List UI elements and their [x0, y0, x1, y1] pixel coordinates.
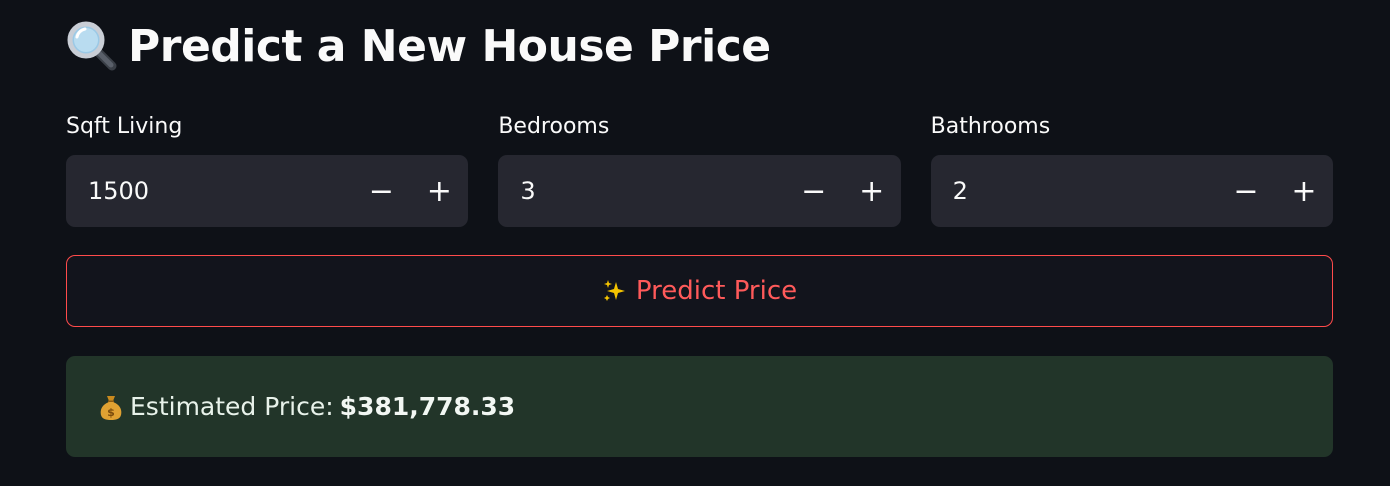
predict-price-label: Predict Price [635, 276, 798, 306]
money-bag-icon: $ [98, 393, 124, 421]
bathrooms-stepper: − + [1217, 155, 1333, 227]
sqft-living-number-input: 1500 − + [66, 155, 469, 227]
svg-text:$: $ [107, 406, 115, 419]
predict-price-button[interactable]: Predict Price [66, 255, 1333, 327]
bedrooms-increment-button[interactable]: + [843, 155, 901, 227]
bathrooms-field: Bathrooms 2 − + [930, 112, 1333, 227]
sqft-living-increment-button[interactable]: + [410, 155, 468, 227]
estimated-price-message: $ Estimated Price: $381,778.33 [66, 392, 515, 421]
page-title: Predict a New House Price [128, 20, 771, 72]
bathrooms-label: Bathrooms [930, 114, 1051, 139]
bathrooms-increment-button[interactable]: + [1275, 155, 1333, 227]
sqft-living-decrement-button[interactable]: − [352, 155, 410, 227]
bedrooms-decrement-button[interactable]: − [785, 155, 843, 227]
page: Predict a New House Price Sqft Living 15… [0, 0, 1390, 486]
page-header: Predict a New House Price [66, 16, 771, 76]
estimated-price-label: Estimated Price: [130, 392, 334, 421]
sqft-living-label: Sqft Living [66, 114, 183, 139]
sqft-living-input[interactable]: 1500 [66, 155, 352, 227]
bedrooms-number-input: 3 − + [498, 155, 901, 227]
input-row: Sqft Living 1500 − + Bedrooms 3 − + Bath… [66, 112, 1333, 227]
sqft-living-stepper: − + [352, 155, 468, 227]
bedrooms-field: Bedrooms 3 − + [498, 112, 901, 227]
bedrooms-stepper: − + [785, 155, 901, 227]
bedrooms-label: Bedrooms [498, 114, 610, 139]
sqft-living-field: Sqft Living 1500 − + [66, 112, 469, 227]
bathrooms-decrement-button[interactable]: − [1217, 155, 1275, 227]
estimated-price-value: $381,778.33 [339, 392, 516, 421]
estimated-price-alert: $ Estimated Price: $381,778.33 [66, 356, 1333, 457]
bathrooms-number-input: 2 − + [930, 155, 1333, 227]
bathrooms-input[interactable]: 2 [931, 155, 1217, 227]
bedrooms-input[interactable]: 3 [498, 155, 784, 227]
magnifying-glass-icon [66, 20, 118, 72]
sparkles-icon [602, 278, 628, 304]
